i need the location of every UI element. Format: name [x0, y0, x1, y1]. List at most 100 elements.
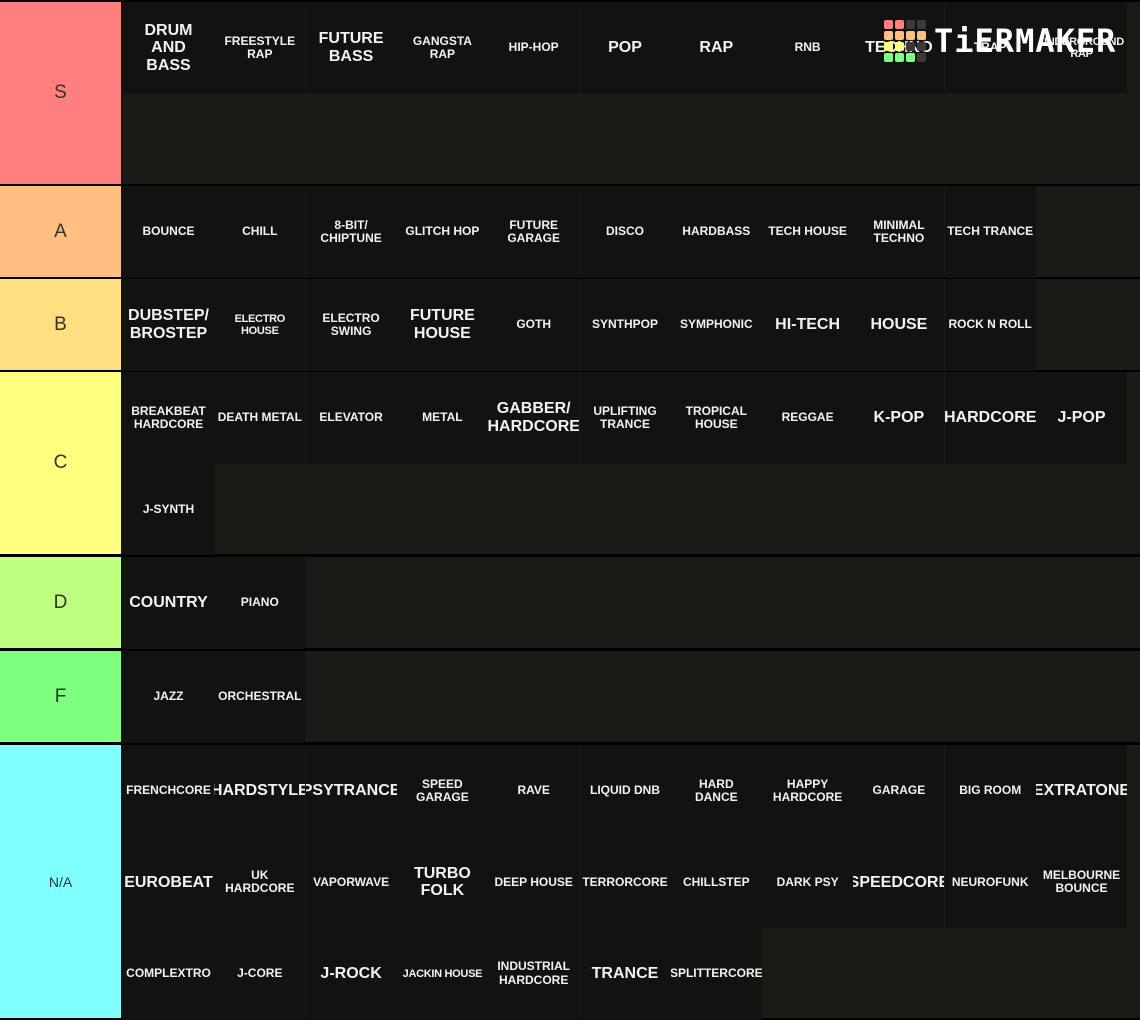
tier-item[interactable]: DUBSTEP/ BROSTEP: [123, 279, 214, 371]
tier-item[interactable]: BREAKBEAT HARDCORE: [123, 372, 214, 464]
tier-item[interactable]: 8-BIT/ CHIPTUNE: [305, 186, 397, 278]
tier-item[interactable]: SPLITTERCORE: [670, 927, 762, 1020]
tier-item[interactable]: TRANCE: [579, 927, 671, 1020]
tier-item[interactable]: J-ROCK: [305, 927, 397, 1020]
tier-items-dropzone[interactable]: FRENCHCORE HARDSTYLE PSYTRANCE SPEED GARAGE…: [123, 745, 1140, 1020]
logo-grid-cell: [895, 42, 904, 51]
tier-item-label: RNB: [794, 40, 821, 55]
tier-item[interactable]: DEEP HOUSE: [488, 836, 580, 929]
tier-item[interactable]: TROPICAL HOUSE: [670, 372, 762, 464]
tier-item[interactable]: LIQUID DNB: [579, 745, 671, 837]
tier-item[interactable]: DISCO: [579, 186, 671, 278]
tier-item-label: MELBOURNE BOUNCE: [1042, 868, 1121, 896]
tier-item[interactable]: UPLIFTING TRANCE: [579, 372, 671, 464]
tier-item-label: HARDCORE: [944, 409, 1036, 427]
tier-item-label: GABBER/ HARDCORE: [488, 400, 580, 435]
tier-item-label: HOUSE: [870, 316, 928, 334]
tier-item[interactable]: EUROBEAT: [123, 836, 214, 929]
tier-item[interactable]: FREESTYLE RAP: [214, 2, 306, 94]
tier-item[interactable]: HARDSTYLE: [214, 745, 306, 837]
tier-item[interactable]: SPEEDCORE: [853, 836, 945, 929]
tier-item[interactable]: SPEED GARAGE: [396, 745, 488, 837]
tier-items-dropzone[interactable]: DUBSTEP/ BROSTEP ELECTRO HOUSE ELECTRO SWI…: [123, 279, 1140, 371]
tier-label[interactable]: N/A: [0, 745, 123, 1018]
tier-item[interactable]: COMPLEXTRO: [123, 927, 214, 1020]
tier-row-c: C BREAKBEAT HARDCORE DEATH METAL ELEVATOR ME…: [0, 372, 1140, 556]
tier-item[interactable]: RAVE: [488, 745, 580, 837]
tier-item[interactable]: UK HARDCORE: [214, 836, 306, 929]
tier-item-label: LIQUID DNB: [590, 783, 660, 798]
tier-item[interactable]: RAP: [670, 2, 762, 94]
tier-item-label: FRENCHCORE: [126, 783, 211, 798]
tier-items-dropzone[interactable]: BOUNCE CHILL 8-BIT/ CHIPTUNE GLITCH HOP FUTU…: [123, 186, 1140, 278]
tier-item[interactable]: REGGAE: [762, 372, 854, 464]
tier-item[interactable]: COUNTRY: [123, 557, 214, 649]
tier-items-dropzone[interactable]: COUNTRY PIANO: [123, 557, 1140, 649]
tier-item[interactable]: HAPPY HARDCORE: [762, 745, 854, 837]
tier-item[interactable]: PIANO: [214, 557, 306, 649]
tier-items-dropzone[interactable]: JAZZ ORCHESTRAL: [123, 651, 1140, 743]
tier-item[interactable]: FUTURE BASS: [305, 2, 397, 94]
tier-item[interactable]: DRUM AND BASS: [123, 2, 214, 94]
tier-label[interactable]: S: [0, 2, 123, 184]
tier-item[interactable]: TECH HOUSE: [762, 186, 854, 278]
tier-item[interactable]: TERRORCORE: [579, 836, 671, 929]
tier-item[interactable]: J-POP: [1036, 372, 1127, 464]
tier-item[interactable]: K-POP: [853, 372, 945, 464]
tier-item[interactable]: HOUSE: [853, 279, 945, 371]
logo-grid-cell: [884, 53, 893, 62]
tier-item[interactable]: RNB: [762, 2, 854, 94]
tier-item[interactable]: FRENCHCORE: [123, 745, 214, 837]
tier-item[interactable]: CHILLSTEP: [670, 836, 762, 929]
tier-item[interactable]: ELECTRO HOUSE: [214, 279, 306, 371]
tier-item[interactable]: GARAGE: [853, 745, 945, 837]
tier-item[interactable]: BOUNCE: [123, 186, 214, 278]
tier-item[interactable]: SYMPHONIC: [670, 279, 762, 371]
tier-item[interactable]: MELBOURNE BOUNCE: [1036, 836, 1127, 929]
tier-label[interactable]: C: [0, 372, 123, 554]
tier-item[interactable]: DEATH METAL: [214, 372, 306, 464]
tier-item[interactable]: METAL: [396, 372, 488, 464]
tier-items-dropzone[interactable]: BREAKBEAT HARDCORE DEATH METAL ELEVATOR MET…: [123, 372, 1140, 556]
tier-item[interactable]: ELECTRO SWING: [305, 279, 397, 371]
tier-item[interactable]: TECH TRANCE: [944, 186, 1036, 278]
tier-item[interactable]: J-CORE: [214, 927, 306, 1020]
tier-item[interactable]: BIG ROOM: [944, 745, 1036, 837]
tier-item[interactable]: INDUSTRIAL HARDCORE: [488, 927, 580, 1020]
tier-item[interactable]: MINIMAL TECHNO: [853, 186, 945, 278]
tier-item[interactable]: JACKIN HOUSE: [396, 927, 488, 1020]
tier-item[interactable]: ELEVATOR: [305, 372, 397, 464]
tier-item[interactable]: POP: [579, 2, 671, 94]
tier-item[interactable]: ORCHESTRAL: [214, 651, 306, 743]
tier-item[interactable]: FUTURE GARAGE: [488, 186, 580, 278]
tier-item[interactable]: GABBER/ HARDCORE: [488, 372, 580, 464]
tier-item[interactable]: HARDBASS: [670, 186, 762, 278]
tier-item[interactable]: DARK PSY: [762, 836, 854, 929]
tier-item[interactable]: GLITCH HOP: [396, 186, 488, 278]
tier-item[interactable]: HIP-HOP: [488, 2, 580, 94]
tier-item[interactable]: J-SYNTH: [123, 463, 214, 556]
tier-item[interactable]: HARD DANCE: [670, 745, 762, 837]
tier-label[interactable]: B: [0, 279, 123, 370]
tier-item[interactable]: HARDCORE: [944, 372, 1036, 464]
tier-item[interactable]: VAPORWAVE: [305, 836, 397, 929]
tier-item[interactable]: JAZZ: [123, 651, 214, 743]
tier-item[interactable]: SYNTHPOP: [579, 279, 671, 371]
logo-grid-cell: [906, 42, 915, 51]
tier-item[interactable]: GANGSTA RAP: [396, 2, 488, 94]
tier-label[interactable]: D: [0, 557, 123, 648]
tier-item-label: ELECTRO SWING: [322, 310, 380, 338]
tier-item-label: DRUM AND BASS: [144, 21, 193, 74]
tier-item[interactable]: PSYTRANCE: [305, 745, 397, 837]
tier-item[interactable]: EXTRATONE: [1036, 745, 1127, 837]
tier-item-label: ELEVATOR: [319, 410, 383, 425]
tier-label[interactable]: F: [0, 651, 123, 742]
tier-item[interactable]: NEUROFUNK: [944, 836, 1036, 929]
tier-item[interactable]: CHILL: [214, 186, 306, 278]
tier-item[interactable]: ROCK N ROLL: [944, 279, 1036, 371]
tier-label[interactable]: A: [0, 186, 123, 277]
tier-item[interactable]: HI-TECH: [762, 279, 854, 371]
tier-item[interactable]: TURBO FOLK: [396, 836, 488, 929]
tier-item[interactable]: FUTURE HOUSE: [396, 279, 488, 371]
tier-item[interactable]: GOTH: [488, 279, 580, 371]
